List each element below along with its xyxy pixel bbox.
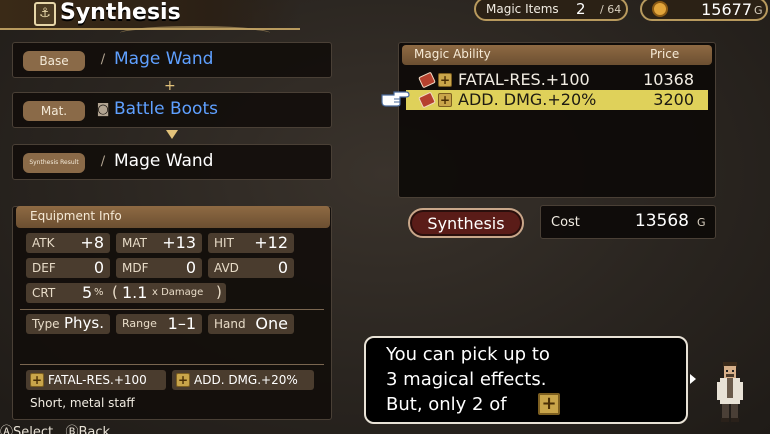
dialog-box[interactable]: You can pick up to 3 magical effects. Bu… xyxy=(364,336,688,424)
stat-label: HIT xyxy=(214,236,234,250)
wand-icon: ∕ xyxy=(100,52,106,67)
magic-book-icon xyxy=(418,71,436,89)
ability-price: 3200 xyxy=(653,90,694,109)
dialog-advance-icon xyxy=(690,374,696,384)
stat-label: MDF xyxy=(122,261,149,275)
ability-row[interactable]: + FATAL-RES.+100 10368 xyxy=(406,70,708,90)
stat-atk: ATK +8 xyxy=(26,233,110,253)
price-column-header: Price xyxy=(650,47,680,61)
material-slot[interactable]: Mat. ◙ Battle Boots xyxy=(12,92,332,128)
equipment-info-title: Equipment Info xyxy=(30,209,122,223)
magic-ability-column-header: Magic Ability xyxy=(414,47,491,61)
synthesis-button-label: Synthesis xyxy=(427,214,505,233)
stat-label: DEF xyxy=(32,261,56,275)
gold-unit: G xyxy=(754,4,763,17)
stat-value: 0 xyxy=(185,258,196,277)
gold-amount: 15677 xyxy=(701,0,752,19)
ability-price: 10368 xyxy=(643,70,694,89)
crt-value: 5 xyxy=(82,283,93,302)
type-label: Type xyxy=(32,317,60,331)
magic-items-count: 2 xyxy=(576,0,586,18)
ability-name: ADD. DMG.+20% xyxy=(458,90,597,109)
base-tag: Base xyxy=(23,51,85,71)
plus-effect-icon: + xyxy=(538,393,560,415)
gold-counter: 15677 G xyxy=(640,0,768,21)
effect-chip: + ADD. DMG.+20% xyxy=(172,370,314,390)
stat-mat: MAT +13 xyxy=(116,233,202,253)
stat-value: +12 xyxy=(254,233,288,252)
gold-coin-icon xyxy=(652,1,668,17)
crt-multiplier-suffix: x Damage xyxy=(152,287,204,298)
control-hints: ⒶSelect ⒷBack xyxy=(0,425,111,434)
effect-name: FATAL-RES.+100 xyxy=(48,373,147,387)
range-value: 1–1 xyxy=(167,314,196,333)
stat-value: 0 xyxy=(277,258,288,277)
crt-open-paren: ( xyxy=(112,283,118,301)
base-item-name: Mage Wand xyxy=(114,49,214,69)
result-tag: Synthesis Result xyxy=(23,153,85,173)
divider xyxy=(20,364,324,365)
crt-label: CRT xyxy=(32,286,56,300)
ability-row-selected[interactable]: + ADD. DMG.+20% 3200 xyxy=(406,90,708,110)
magic-items-max: / 64 xyxy=(600,3,622,16)
stat-hit: HIT +12 xyxy=(208,233,294,253)
effect-name: ADD. DMG.+20% xyxy=(194,373,298,387)
page-title: Synthesis xyxy=(60,0,181,25)
stat-value: 0 xyxy=(93,258,104,277)
hand-value: One xyxy=(255,314,288,333)
type-value: Phys. xyxy=(63,314,104,332)
boots-icon: ◙ xyxy=(96,102,110,117)
stat-crt: CRT 5 % ( 1.1 x Damage ) xyxy=(26,283,226,303)
cost-display: Cost 13568 G xyxy=(540,205,716,239)
type-field: Type Phys. xyxy=(26,314,110,334)
plus-effect-icon: + xyxy=(438,93,452,107)
synthesis-icon: ⚓ xyxy=(34,2,56,26)
item-description: Short, metal staff xyxy=(30,396,135,410)
stat-mdf: MDF 0 xyxy=(116,258,202,278)
result-arrow-icon xyxy=(166,130,178,139)
crt-close-paren: ) xyxy=(216,283,222,301)
base-slot[interactable]: Base ∕ Mage Wand xyxy=(12,42,332,78)
wand-icon: ∕ xyxy=(100,154,106,169)
synthesis-button[interactable]: Synthesis xyxy=(408,208,524,238)
material-item-name: Battle Boots xyxy=(114,99,218,119)
title-ornament xyxy=(120,26,270,40)
dialog-line: You can pick up to xyxy=(386,344,550,365)
divider xyxy=(20,309,324,310)
material-tag: Mat. xyxy=(23,101,85,121)
magic-items-label: Magic Items xyxy=(486,2,559,16)
stat-value: +13 xyxy=(162,233,196,252)
magic-book-icon xyxy=(418,91,436,109)
range-label: Range xyxy=(122,317,157,330)
dialog-line: But, only 2 of xyxy=(386,394,507,415)
magic-items-counter: Magic Items 2 / 64 xyxy=(474,0,628,21)
pointing-hand-icon xyxy=(381,91,410,107)
effect-chip: + FATAL-RES.+100 xyxy=(26,370,166,390)
hand-label: Hand xyxy=(214,317,246,331)
stat-label: MAT xyxy=(122,236,147,250)
magic-ability-panel xyxy=(398,42,716,198)
crt-multiplier: 1.1 xyxy=(122,283,148,302)
stat-label: AVD xyxy=(214,261,239,275)
stat-avd: AVD 0 xyxy=(208,258,294,278)
plus-effect-icon: + xyxy=(438,73,452,87)
stat-def: DEF 0 xyxy=(26,258,110,278)
plus-effect-icon: + xyxy=(176,373,190,387)
cost-unit: G xyxy=(697,216,706,229)
stat-value: +8 xyxy=(80,233,104,252)
crt-unit: % xyxy=(94,287,104,298)
ability-name: FATAL-RES.+100 xyxy=(458,70,590,89)
hand-field: Hand One xyxy=(208,314,294,334)
result-item-name: Mage Wand xyxy=(114,151,214,171)
dialog-line: 3 magical effects. xyxy=(386,369,547,390)
range-field: Range 1–1 xyxy=(116,314,202,334)
cost-label: Cost xyxy=(551,215,580,230)
result-slot: Synthesis Result ∕ Mage Wand xyxy=(12,144,332,180)
plus-effect-icon: + xyxy=(30,373,44,387)
stat-label: ATK xyxy=(32,236,55,250)
npc-character-sprite xyxy=(717,362,743,422)
cost-value: 13568 xyxy=(634,211,689,231)
